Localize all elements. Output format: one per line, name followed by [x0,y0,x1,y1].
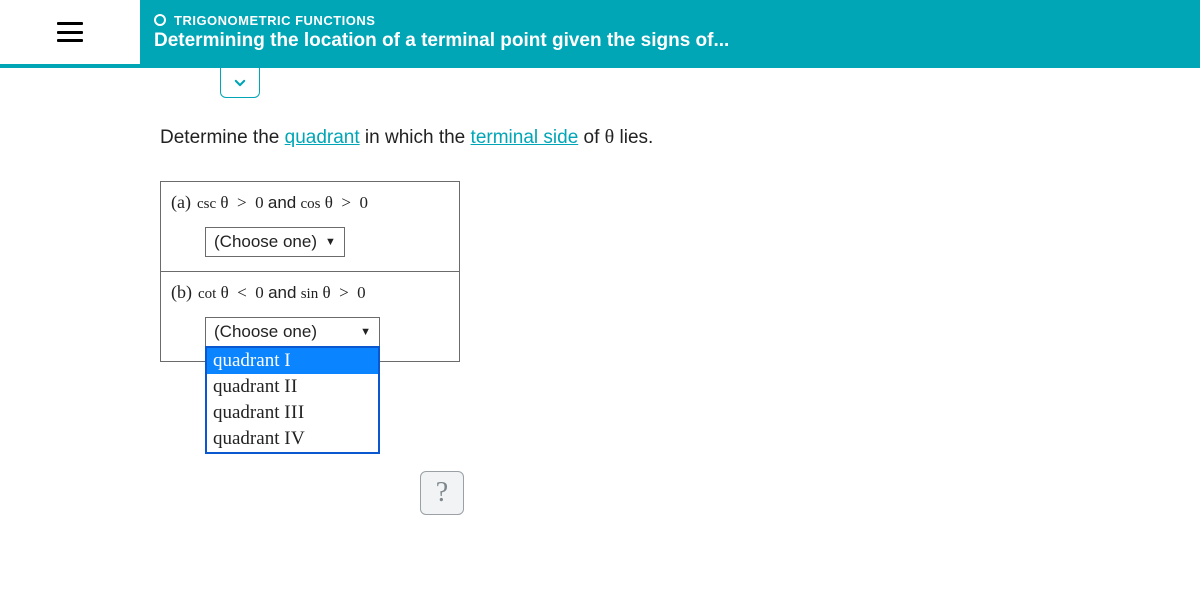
part-b-select[interactable]: (Choose one) ▼ [205,317,380,347]
hamburger-icon[interactable] [57,22,83,42]
help-icon: ? [436,477,448,509]
target-icon [154,14,166,26]
title-cell: TRIGONOMETRIC FUNCTIONS Determining the … [140,0,1200,64]
part-b-condition: cot θ < 0 and sin θ > 0 [198,283,366,303]
part-a-label: (a) [171,192,191,213]
page-title: Determining the location of a terminal p… [154,30,1186,52]
caret-down-icon: ▼ [325,236,336,248]
prompt-lead: Determine the [160,127,285,148]
top-bar: TRIGONOMETRIC FUNCTIONS Determining the … [0,0,1200,68]
part-a-select[interactable]: (Choose one) ▼ [205,227,345,257]
link-terminal-side[interactable]: terminal side [471,127,579,148]
prompt-tail2: lies. [614,127,653,148]
prompt-mid: in which the [360,127,471,148]
menu-cell [0,0,140,64]
prompt-tail1: of [578,127,604,148]
question-prompt: Determine the quadrant in which the term… [160,126,1200,149]
expand-toggle[interactable] [220,68,260,98]
part-b-label: (b) [171,282,192,303]
breadcrumb: TRIGONOMETRIC FUNCTIONS [174,13,375,28]
help-button[interactable]: ? [420,471,464,515]
part-a-condition: csc θ > 0 and cos θ > 0 [197,193,368,213]
option-quadrant-4[interactable]: quadrant IV [207,426,378,452]
question-table: (a) csc θ > 0 and cos θ > 0 (Choose one)… [160,181,460,362]
part-a-row: (a) csc θ > 0 and cos θ > 0 (Choose one)… [161,182,459,271]
option-quadrant-2[interactable]: quadrant II [207,374,378,400]
part-b-select-label: (Choose one) [214,322,317,342]
theta-symbol: θ [605,126,615,148]
caret-down-icon: ▼ [360,326,371,338]
part-a-select-label: (Choose one) [214,232,317,252]
part-b-options-list: quadrant I quadrant II quadrant III quad… [205,346,380,454]
link-quadrant[interactable]: quadrant [285,127,360,148]
part-b-row: (b) cot θ < 0 and sin θ > 0 (Choose one)… [161,271,459,361]
option-quadrant-3[interactable]: quadrant III [207,400,378,426]
chevron-down-icon [233,76,247,90]
option-quadrant-1[interactable]: quadrant I [207,348,378,374]
